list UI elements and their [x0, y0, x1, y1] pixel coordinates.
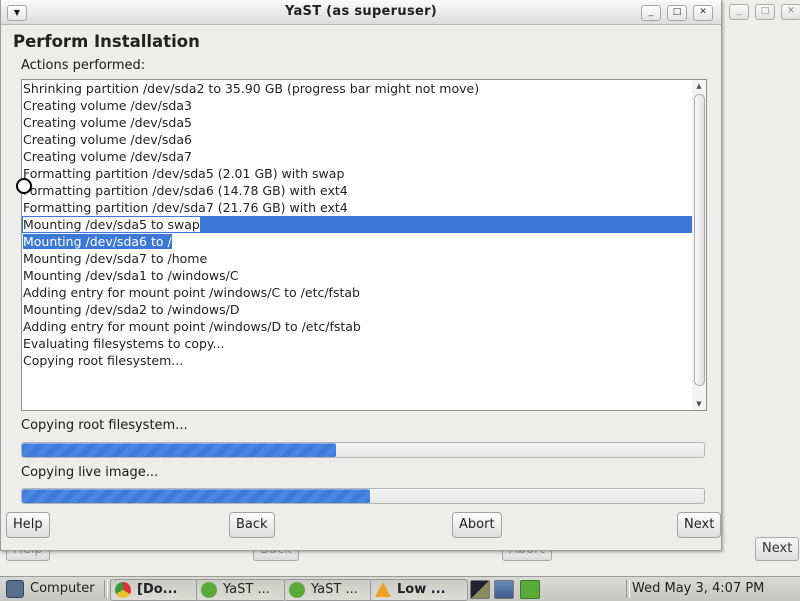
- taskbar-item-label: YaST ...: [223, 582, 270, 597]
- progress-bar-root: [21, 442, 705, 458]
- help-button[interactable]: Help: [6, 512, 50, 538]
- log-line: Creating volume /dev/sda6: [23, 132, 192, 147]
- taskbar-separator: [104, 580, 108, 598]
- log-line-selected: Mounting /dev/sda6 to /: [23, 234, 172, 249]
- progress-fill: [22, 443, 336, 457]
- close-icon[interactable]: ✕: [781, 4, 800, 20]
- minimize-icon[interactable]: _: [641, 5, 661, 21]
- log-line: Evaluating filesystems to copy...: [23, 336, 225, 351]
- maximize-icon[interactable]: □: [667, 5, 687, 21]
- page-title: Perform Installation: [13, 32, 200, 51]
- computer-icon: [6, 579, 24, 598]
- abort-button[interactable]: Abort: [452, 512, 502, 538]
- taskbar-item-label: Low ...: [397, 582, 446, 597]
- taskbar-item-label: Computer: [30, 581, 95, 596]
- log-line: Formatting partition /dev/sda6 (14.78 GB…: [23, 183, 348, 198]
- log-line: Formatting partition /dev/sda7 (21.76 GB…: [23, 200, 348, 215]
- scrollbar-thumb[interactable]: [694, 94, 705, 386]
- title-bar: ▼ YaST (as superuser) _ □ ✕: [1, 0, 721, 25]
- taskbar-item-low-battery[interactable]: Low ...: [370, 579, 468, 601]
- log-line: Creating volume /dev/sda5: [23, 115, 192, 130]
- window-controls: _ □ ✕: [641, 5, 713, 21]
- taskbar-separator: [626, 580, 630, 598]
- log-line: Mounting /dev/sda1 to /windows/C: [23, 268, 239, 283]
- actions-label: Actions performed:: [21, 58, 146, 73]
- minimize-icon[interactable]: _: [729, 4, 749, 20]
- log-line-selected: Mounting /dev/sda5 to swap: [22, 216, 693, 233]
- maximize-icon[interactable]: □: [755, 4, 775, 20]
- taskbar-item-browser[interactable]: [Do...: [110, 579, 200, 601]
- actions-log[interactable]: Shrinking partition /dev/sda2 to 35.90 G…: [21, 79, 707, 411]
- taskbar-item-label: [Do...: [137, 582, 178, 597]
- taskbar: Computer [Do... YaST ... YaST ... Low ..…: [0, 576, 800, 601]
- progress-label-root: Copying root filesystem...: [21, 418, 188, 433]
- progress-label-live: Copying live image...: [21, 465, 159, 480]
- network-tray-icon[interactable]: [494, 580, 514, 599]
- scroll-down-icon[interactable]: ▼: [692, 398, 706, 410]
- progress-fill: [22, 489, 370, 503]
- log-scrollbar[interactable]: ▲ ▼: [692, 80, 706, 410]
- log-line: Mounting /dev/sda2 to /windows/D: [23, 302, 240, 317]
- log-line: Adding entry for mount point /windows/D …: [23, 319, 361, 334]
- terminal-tray-icon[interactable]: [470, 580, 490, 599]
- yast-icon: [289, 581, 305, 598]
- window-title: YaST (as superuser): [284, 4, 438, 19]
- background-next-button[interactable]: Next: [755, 537, 800, 561]
- taskbar-item-computer[interactable]: Computer: [2, 579, 106, 599]
- chrome-icon: [115, 581, 131, 598]
- clock[interactable]: Wed May 3, 4:07 PM: [632, 579, 764, 599]
- log-line: Formatting partition /dev/sda5 (2.01 GB)…: [23, 166, 345, 181]
- log-line: Creating volume /dev/sda7: [23, 149, 192, 164]
- log-line: Adding entry for mount point /windows/C …: [23, 285, 360, 300]
- log-line: Mounting /dev/sda7 to /home: [23, 251, 208, 266]
- log-line: Copying root filesystem...: [23, 353, 184, 368]
- background-window-controls: _ □ ✕: [729, 4, 800, 20]
- scroll-up-icon[interactable]: ▲: [692, 80, 706, 92]
- taskbar-item-yast-1[interactable]: YaST ...: [196, 579, 286, 601]
- warning-icon: [375, 582, 391, 597]
- log-line: Shrinking partition /dev/sda2 to 35.90 G…: [23, 81, 480, 96]
- back-button[interactable]: Back: [229, 512, 275, 538]
- yast-icon: [201, 581, 217, 598]
- next-button[interactable]: Next: [677, 512, 722, 538]
- busy-cursor-icon: [16, 178, 32, 194]
- taskbar-item-yast-2[interactable]: YaST ...: [284, 579, 374, 601]
- close-icon[interactable]: ✕: [693, 5, 713, 21]
- progress-bar-live: [21, 488, 705, 504]
- taskbar-item-label: YaST ...: [311, 582, 358, 597]
- update-tray-icon[interactable]: [520, 580, 540, 599]
- log-line: Creating volume /dev/sda3: [23, 98, 192, 113]
- yast-dialog: ▼ YaST (as superuser) _ □ ✕ Perform Inst…: [0, 0, 722, 551]
